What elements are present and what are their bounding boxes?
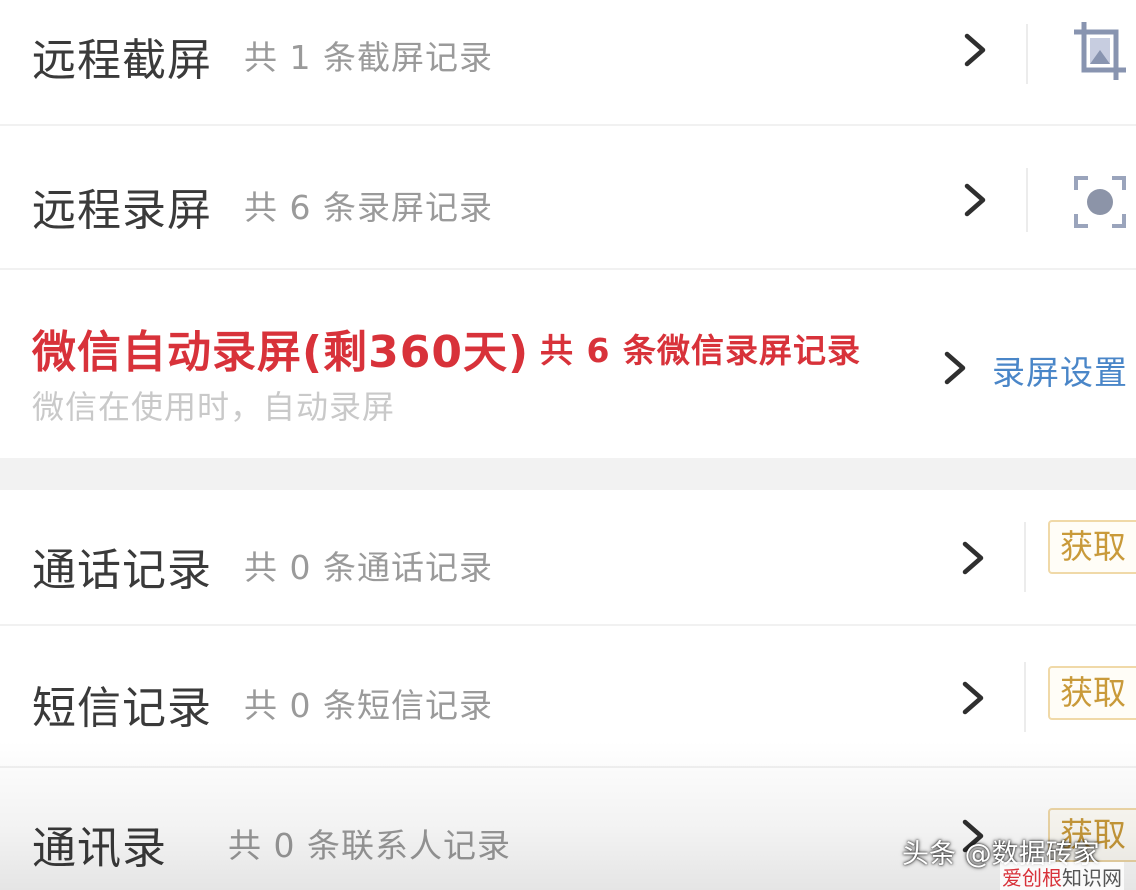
call-log-title: 通话记录	[32, 545, 212, 596]
sms-row[interactable]: 短信记录 共 0 条短信记录 获取	[0, 626, 1136, 766]
wechat-recording-count: 共 6 条微信录屏记录	[540, 331, 861, 370]
contacts-title: 通讯录	[32, 823, 167, 874]
site-watermark-a: 爱创根	[1002, 866, 1062, 890]
remote-screenshot-title: 远程截屏	[32, 35, 212, 86]
phone-monitor-screen: 远程截屏 共 1 条截屏记录 远程录屏 共 6 条录屏记录 微信自动录屏(剩36…	[0, 0, 1136, 890]
wechat-auto-recording-row[interactable]: 微信自动录屏(剩360天) 共 6 条微信录屏记录 微信在使用时，自动录屏 录屏…	[0, 270, 1136, 458]
chevron-right-icon[interactable]	[938, 346, 972, 390]
call-log-row[interactable]: 通话记录 共 0 条通话记录 获取	[0, 490, 1136, 624]
chevron-right-icon[interactable]	[956, 676, 990, 720]
remote-screenshot-count: 共 1 条截屏记录	[244, 38, 493, 77]
remote-recording-title: 远程录屏	[32, 185, 212, 236]
sms-title: 短信记录	[32, 683, 212, 734]
recording-settings-link[interactable]: 录屏设置	[992, 346, 1128, 394]
section-gap	[0, 458, 1136, 490]
wechat-recording-description: 微信在使用时，自动录屏	[32, 388, 396, 426]
wechat-auto-recording-title: 微信自动录屏(剩360天)	[32, 327, 530, 378]
call-log-count: 共 0 条通话记录	[244, 548, 493, 587]
remote-recording-count: 共 6 条录屏记录	[244, 188, 493, 227]
record-icon[interactable]	[1070, 172, 1130, 232]
row-separator	[1024, 662, 1026, 732]
site-watermark-b: 知识网	[1062, 866, 1122, 890]
contacts-count: 共 0 条联系人记录	[228, 826, 511, 865]
row-separator	[1024, 522, 1026, 592]
chevron-right-icon[interactable]	[958, 28, 992, 72]
chevron-right-icon[interactable]	[956, 536, 990, 580]
row-separator	[1026, 168, 1028, 232]
crop-icon[interactable]	[1072, 18, 1128, 82]
remote-screenshot-row[interactable]: 远程截屏 共 1 条截屏记录	[0, 0, 1136, 124]
fetch-call-log-button[interactable]: 获取	[1048, 520, 1136, 574]
site-watermark: 爱创根知识网	[1000, 862, 1124, 890]
remote-recording-row[interactable]: 远程录屏 共 6 条录屏记录	[0, 126, 1136, 268]
row-separator	[1026, 24, 1028, 84]
contacts-row[interactable]: 通讯录 共 0 条联系人记录 获取	[0, 768, 1136, 890]
fetch-sms-button[interactable]: 获取	[1048, 666, 1136, 720]
sms-count: 共 0 条短信记录	[244, 686, 493, 725]
chevron-right-icon[interactable]	[958, 178, 992, 222]
